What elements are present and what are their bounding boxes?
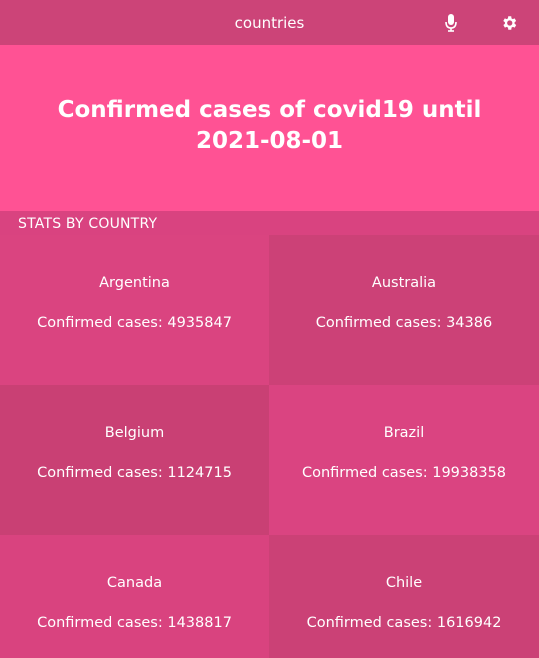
country-name: Argentina <box>99 275 170 291</box>
country-tile-belgium[interactable]: Belgium Confirmed cases: 1124715 <box>0 385 269 535</box>
gear-glyph <box>503 16 517 30</box>
app-window: countries Confirmed cases of covid19 unt… <box>0 0 539 658</box>
country-grid: Argentina Confirmed cases: 4935847 Austr… <box>0 235 539 658</box>
country-name: Brazil <box>383 425 425 441</box>
confirmed-cases: Confirmed cases: 1616942 <box>306 615 502 631</box>
hero-banner: Confirmed cases of covid19 until 2021-08… <box>0 45 539 211</box>
confirmed-cases: Confirmed cases: 1124715 <box>37 465 232 481</box>
page-title: Confirmed cases of covid19 until 2021-08… <box>57 97 482 154</box>
confirmed-cases: Confirmed cases: 34386 <box>315 315 493 331</box>
country-tile-australia[interactable]: Australia Confirmed cases: 34386 <box>269 235 539 385</box>
country-tile-chile[interactable]: Chile Confirmed cases: 1616942 <box>269 535 539 658</box>
microphone-glyph <box>445 14 457 32</box>
top-bar: countries <box>0 0 539 45</box>
country-name: Canada <box>106 575 163 591</box>
confirmed-cases: Confirmed cases: 4935847 <box>37 315 232 331</box>
confirmed-cases: Confirmed cases: 1438817 <box>37 615 232 631</box>
confirmed-cases: Confirmed cases: 19938358 <box>301 465 507 481</box>
country-tile-argentina[interactable]: Argentina Confirmed cases: 4935847 <box>0 235 269 385</box>
gear-icon[interactable] <box>498 12 520 34</box>
country-tile-brazil[interactable]: Brazil Confirmed cases: 19938358 <box>269 385 539 535</box>
country-name: Belgium <box>104 425 165 441</box>
country-name: Australia <box>371 275 437 291</box>
microphone-icon[interactable] <box>440 12 462 34</box>
country-name: Chile <box>385 575 423 591</box>
section-heading: STATS BY COUNTRY <box>18 216 158 232</box>
country-tile-canada[interactable]: Canada Confirmed cases: 1438817 <box>0 535 269 658</box>
